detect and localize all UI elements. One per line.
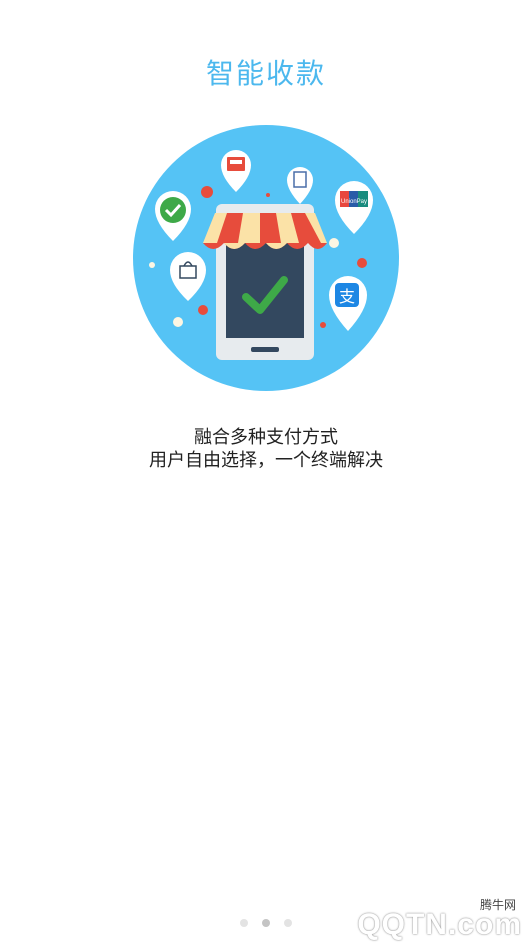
page-dot-2-active[interactable] — [262, 919, 270, 927]
decor-dot — [320, 322, 326, 328]
svg-text:支: 支 — [339, 287, 355, 306]
watermark: 腾牛网 QQTN.com — [316, 896, 526, 942]
page-title: 智能收款 — [205, 57, 326, 90]
page-dot-1[interactable] — [240, 919, 248, 927]
description-line-2: 用户自由选择，一个终端解决 — [149, 450, 383, 471]
decor-dot — [201, 186, 213, 198]
decor-dot — [329, 238, 339, 248]
decor-dot — [266, 193, 270, 197]
description-line-1: 融合多种支付方式 — [194, 427, 338, 448]
feature-description: 融合多种支付方式 用户自由选择，一个终端解决 — [0, 426, 532, 472]
decor-dot — [357, 258, 367, 268]
svg-text:UnionPay: UnionPay — [341, 199, 367, 205]
decor-dot — [173, 317, 183, 327]
payment-illustration: UnionPay 支 — [133, 125, 399, 391]
page-dot-3[interactable] — [284, 919, 292, 927]
watermark-logo: QQTN.com — [357, 908, 522, 941]
decor-dot — [198, 305, 208, 315]
decor-dot — [149, 262, 155, 268]
